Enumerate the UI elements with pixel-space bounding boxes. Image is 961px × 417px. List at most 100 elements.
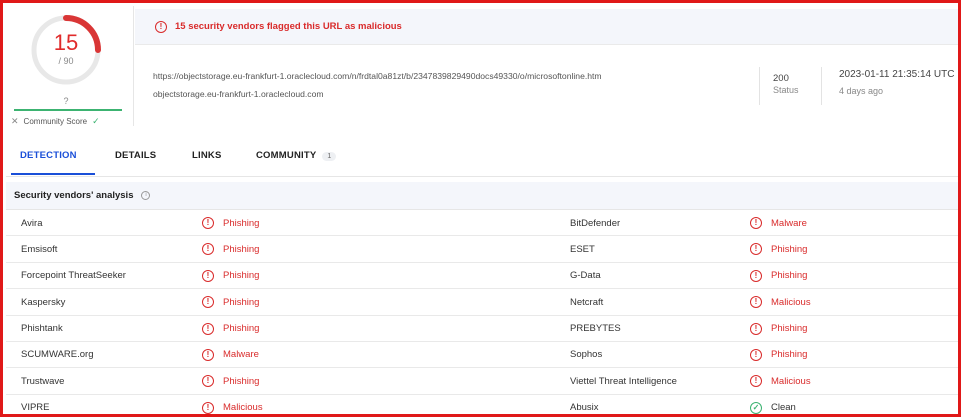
vendor-name: ESET [570, 243, 595, 255]
divider [759, 67, 760, 105]
result-label: Malicious [771, 296, 811, 308]
result-label: Phishing [771, 243, 808, 255]
alert-circle-icon: ! [155, 20, 167, 33]
info-icon[interactable]: i [141, 191, 151, 200]
result-label: Phishing [771, 270, 808, 282]
report-tabs: DETECTION DETAILS LINKS COMMUNITY 1 [6, 143, 958, 177]
table-row: Kaspersky ! Phishing Netcraft ! Malicious [6, 289, 958, 316]
community-score-row: ✕ Community Score ✓ [11, 116, 129, 127]
result-label: Malicious [771, 375, 811, 387]
result-label: Phishing [771, 349, 808, 361]
vendor-result: ! Phishing [750, 236, 807, 262]
alert-circle-icon: ! [750, 296, 762, 309]
active-tab-indicator [11, 173, 95, 175]
alert-circle-icon: ! [202, 243, 214, 256]
vendor-results-table: Avira ! Phishing BitDefender ! Malware Ems… [6, 210, 958, 414]
vendor-name: Emsisoft [21, 243, 58, 255]
alert-circle-icon: ! [202, 217, 214, 229]
vendor-result: ✓ Clean [750, 395, 796, 414]
vendor-result: ! Phishing [750, 342, 807, 368]
malicious-alert-banner: ! 15 security vendors flagged this URL a… [135, 9, 958, 45]
vendor-name: Avira [21, 217, 43, 229]
vendor-result: ! Phishing [202, 263, 259, 289]
detection-total: / 90 [58, 56, 74, 66]
vendor-result: ! Malicious [750, 289, 811, 315]
table-row: VIPRE ! Malicious Abusix ✓ Clean [6, 395, 958, 414]
tab-details[interactable]: DETAILS [115, 150, 156, 161]
close-icon[interactable]: ✕ [11, 116, 19, 127]
vendor-result: ! Malware [202, 342, 259, 368]
alert-circle-icon: ! [750, 348, 762, 361]
detection-count: 15 [53, 30, 79, 55]
result-label: Phishing [223, 270, 260, 282]
vendor-name: Netcraft [570, 296, 604, 308]
vendor-result: ! Phishing [750, 263, 807, 289]
alert-circle-icon: ! [202, 348, 214, 361]
scanned-host[interactable]: objectstorage.eu-frankfurt-1.oraclecloud… [153, 89, 324, 99]
result-label: Malware [223, 349, 259, 361]
alert-circle-icon: ! [750, 243, 762, 256]
vendor-name: BitDefender [570, 217, 621, 229]
table-row: Forcepoint ThreatSeeker ! Phishing G-Data… [6, 263, 958, 290]
divider [821, 67, 822, 105]
tab-links[interactable]: LINKS [192, 150, 222, 161]
vendor-name: Sophos [570, 349, 603, 361]
tab-community[interactable]: COMMUNITY 1 [256, 150, 337, 161]
table-row: Emsisoft ! Phishing ESET ! Phishing [6, 236, 958, 263]
result-label: Malicious [223, 402, 263, 414]
community-score-label: Community Score [23, 117, 88, 126]
vendors-analysis-header: Security vendors' analysis i [6, 182, 958, 210]
table-row: Phishtank ! Phishing PREBYTES ! Phishing [6, 316, 958, 342]
vendor-name: G-Data [570, 270, 601, 282]
result-label: Phishing [223, 323, 260, 335]
result-label: Malware [771, 217, 807, 229]
vendor-result: ! Phishing [750, 316, 807, 342]
analysis-date: 2023-01-11 21:35:14 UTC [839, 69, 955, 80]
alert-circle-icon: ! [750, 217, 762, 229]
result-label: Phishing [223, 217, 260, 229]
vendor-name: Forcepoint ThreatSeeker [21, 270, 126, 282]
table-row: Trustwave ! Phishing Viettel Threat Intel… [6, 368, 958, 395]
community-score-value: ? [63, 96, 69, 106]
result-label: Phishing [223, 296, 260, 308]
vendor-result: ! Phishing [202, 236, 259, 262]
vendor-result: ! Phishing [202, 210, 259, 236]
table-row: SCUMWARE.org ! Malware Sophos ! Phishing [6, 342, 958, 369]
result-label: Phishing [771, 323, 808, 335]
result-label: Clean [771, 402, 796, 414]
alert-circle-icon: ! [202, 401, 214, 414]
vendor-result: ! Malicious [202, 395, 263, 414]
community-score-bar [14, 109, 122, 111]
scanned-url[interactable]: https://objectstorage.eu-frankfurt-1.ora… [153, 71, 602, 81]
vendor-result: ! Phishing [202, 316, 259, 342]
tab-detection[interactable]: DETECTION [20, 150, 77, 161]
check-circle-icon: ✓ [750, 401, 762, 414]
check-icon[interactable]: ✓ [92, 116, 100, 127]
vendor-result: ! Malware [750, 210, 807, 236]
table-row: Avira ! Phishing BitDefender ! Malware [6, 210, 958, 237]
vendor-name: SCUMWARE.org [21, 349, 94, 361]
vendor-name: Trustwave [21, 375, 65, 387]
result-label: Phishing [223, 243, 260, 255]
http-status-label: Status [773, 85, 799, 95]
community-count-badge: 1 [322, 152, 337, 161]
vendor-name: PREBYTES [570, 323, 621, 335]
report-frame: 15 / 90 ? ✕ Community Score ✓ ! 15 secur… [0, 0, 961, 417]
tab-community-label: COMMUNITY [256, 150, 317, 161]
analysis-relative-date: 4 days ago [839, 86, 884, 96]
section-title: Security vendors' analysis [14, 190, 134, 201]
alert-circle-icon: ! [750, 322, 762, 335]
vendor-name: Kaspersky [21, 296, 66, 308]
vendor-result: ! Phishing [202, 368, 259, 394]
alert-circle-icon: ! [750, 269, 762, 282]
vendor-name: Abusix [570, 402, 599, 414]
vendor-result: ! Phishing [202, 289, 259, 315]
vendor-name: Viettel Threat Intelligence [570, 375, 677, 387]
http-status-code: 200 [773, 73, 789, 84]
vendor-name: Phishtank [21, 323, 63, 335]
result-label: Phishing [223, 375, 260, 387]
alert-circle-icon: ! [202, 322, 214, 335]
vendor-name: VIPRE [21, 402, 50, 414]
alert-circle-icon: ! [202, 296, 214, 309]
detection-score-panel: 15 / 90 ? ✕ Community Score ✓ [6, 6, 134, 126]
